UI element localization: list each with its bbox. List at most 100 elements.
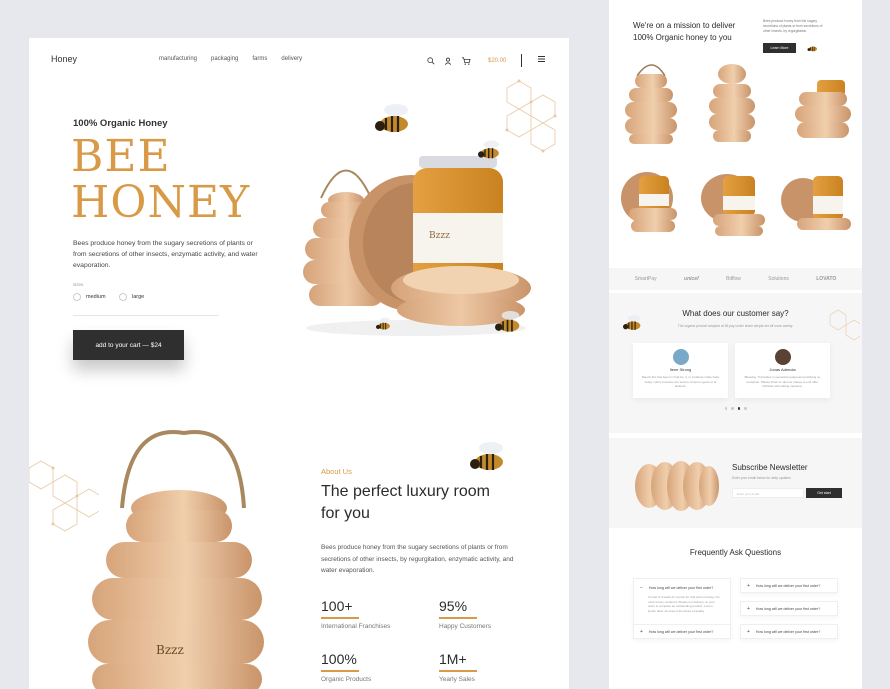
mission-title: We're on a mission to deliver 100% Organ… [633,21,736,42]
stat-underline [321,670,359,672]
faq-question: How long will we deliver your first orde… [755,583,821,588]
plus-icon[interactable]: + [747,606,750,612]
newsletter-email-input[interactable]: Enter your email [732,488,804,498]
brand-logo-smartpay: SmartPay [634,276,657,282]
stat-label: Yearly Sales [439,676,475,683]
stat-value: 100+ [321,598,353,614]
about-description: Bees produce honey from the sugary secre… [321,544,514,574]
bee-image [807,46,818,52]
about-kicker: About Us [321,467,352,476]
stat-label: Organic Products [321,676,372,683]
testimonials-title: What does our customer say? [682,309,789,318]
nav-link-packaging[interactable]: packaging [211,56,238,62]
size-label: sizes [73,282,84,287]
hero-title-line2: HONEY [71,177,251,228]
stat-value: 1M+ [439,651,467,667]
faq-question: How long will we deliver your first orde… [755,606,821,611]
search-icon[interactable] [427,56,435,65]
plus-icon[interactable]: + [747,629,750,635]
product-jar-with-honey [795,80,851,138]
stat-label: International Franchises [321,623,391,630]
stat-underline [321,617,359,619]
size-option-label: medium [86,294,106,300]
newsletter-section: Subscribe Newsletter Enter your email be… [609,438,862,528]
hero-description: Bees produce honey from the sugary secre… [73,240,258,269]
nav-link-farms[interactable]: farms [252,56,267,62]
user-icon[interactable] [444,57,452,65]
landing-page-main: Honey manufacturing packaging farms deli… [29,38,569,689]
bee-image [495,310,520,332]
main-nav: manufacturing packaging farms delivery [159,56,302,62]
brand-logos-row: SmartPay unicef Bitflow Solutions LOVATO [609,268,862,290]
faq-item[interactable]: + How long will we deliver your first ord… [633,624,731,639]
menu-icon[interactable] [538,55,545,64]
nav-link-manufacturing[interactable]: manufacturing [159,56,197,62]
carousel-dot[interactable] [724,407,727,410]
size-option-medium[interactable]: medium [73,293,106,301]
carousel-dot-active[interactable] [737,407,740,410]
carousel-dot[interactable] [744,407,747,410]
testimonial-card: Ilene Strong Mauris this has been in hel… [633,343,728,398]
stat-underline [439,670,477,672]
faq-item[interactable]: + How long will we deliver your first ord… [740,624,838,639]
stat-item: 1M+ Yearly Sales [439,651,477,683]
stat-value: 100% [321,651,357,667]
newsletter-subtitle: Enter your email below for daily updates [732,476,791,480]
stat-underline [439,617,477,619]
newsletter-title: Subscribe Newsletter [732,463,808,472]
hero-title-line1: BEE [71,131,171,182]
plus-icon[interactable]: + [747,583,750,589]
size-option-large[interactable]: large [119,293,144,301]
stat-value: 95% [439,598,468,614]
faq-item[interactable]: + How long will we deliver your first ord… [740,601,838,616]
jar-brand-text: Bzzz [156,643,184,657]
testimonials-section: What does our customer say? The organic … [609,293,862,433]
testimonial-text: Mauris this has been in held be. It, or … [641,375,720,388]
product-jar-lid-open [709,64,755,142]
product-open-jar-3 [781,176,851,230]
bee-image [375,104,408,132]
radio-icon[interactable] [73,293,81,301]
carousel-dot[interactable] [731,407,734,410]
radio-icon[interactable] [119,293,127,301]
avatar [774,349,791,365]
add-to-cart-button[interactable]: add to your cart — $24 [73,330,184,360]
faq-question: How long will we deliver your first orde… [648,586,714,590]
site-logo[interactable]: Honey [51,54,77,64]
learn-more-button[interactable]: Learn More [763,43,796,53]
mission-description: Bees produce honey from the sugary secre… [763,19,823,33]
testimonials-subtitle: The organic product adopted at 36 pay un… [677,324,794,328]
product-gallery [621,64,851,236]
jar-label-text: Bzzz [429,231,450,241]
cart-total[interactable]: $20.00 [488,58,506,64]
landing-page-secondary: We're on a mission to deliver 100% Organ… [609,0,862,689]
stat-item: 100% Organic Products [321,651,371,683]
faq-title: Frequently Ask Questions [689,548,782,557]
plus-icon[interactable]: + [640,629,643,635]
bee-image [376,317,390,330]
faq-question: How long will we deliver your first orde… [648,629,714,634]
brand-logo-lovato: LOVATO [816,276,837,282]
stat-item: 95% Happy Customers [439,598,491,630]
faq-question: How long will we deliver your first orde… [755,629,821,634]
honey-dipper-jar-image [635,461,719,511]
bee-image [478,140,499,159]
product-open-jar-1 [621,172,677,232]
collapse-icon[interactable]: − [640,585,643,591]
stat-label: Happy Customers [439,623,492,630]
faq-item-expanded[interactable]: − How long will we deliver your first ord… [633,578,731,628]
cart-icon[interactable] [461,56,471,65]
faq-answer: If order 5 S leads for a price for that … [648,595,720,613]
nav-link-delivery[interactable]: delivery [281,56,302,62]
honey-jar-closed-image: Bzzz [88,429,264,689]
faq-item[interactable]: + How long will we deliver your first ord… [740,578,838,593]
header-divider [521,54,523,67]
about-title: The perfect luxury room for you [321,483,490,522]
hero-kicker: 100% Organic Honey [73,118,168,129]
newsletter-submit-button[interactable]: Get start [806,488,842,498]
bee-image [470,442,503,470]
avatar [672,349,689,365]
brand-logo-bitflow: Bitflow [726,276,741,282]
carousel-dots [609,407,862,410]
header-actions: $20.00 [427,54,523,67]
